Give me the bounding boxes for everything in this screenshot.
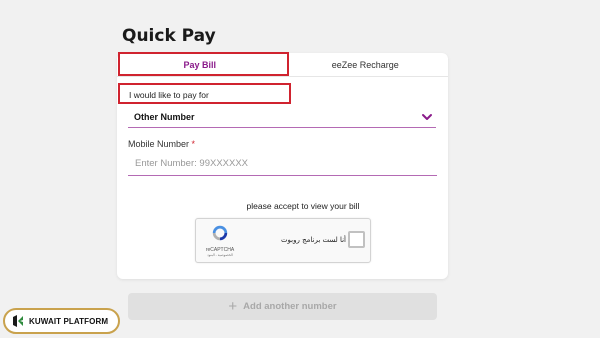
kuwait-platform-name: KUWAIT PLATFORM [29, 316, 109, 326]
recaptcha-widget: reCAPTCHA الخصوصية - البنود أنا لست برنا… [195, 218, 371, 263]
chevron-down-icon [422, 113, 432, 120]
mobile-number-label-text: Mobile Number [128, 139, 190, 149]
pay-for-select[interactable]: Other Number [128, 106, 436, 128]
recaptcha-label: أنا لست برنامج روبوت [280, 236, 346, 244]
recaptcha-terms[interactable]: الخصوصية - البنود [204, 253, 236, 257]
recaptcha-logo: reCAPTCHA الخصوصية - البنود [204, 224, 236, 260]
pay-for-highlight [118, 83, 291, 104]
recaptcha-checkbox[interactable] [348, 231, 365, 248]
kuwait-platform-logo-icon [13, 315, 23, 327]
kuwait-platform-badge: KUWAIT PLATFORM [3, 308, 120, 334]
mobile-number-input[interactable] [128, 152, 437, 176]
page-title: Quick Pay [122, 26, 216, 46]
plus-icon: + [228, 298, 238, 315]
accept-instruction: please accept to view your bill [246, 201, 360, 211]
add-another-number-label: Add another number [243, 301, 337, 312]
pay-for-selected-value: Other Number [134, 111, 195, 122]
pay-bill-highlight [118, 52, 289, 76]
required-asterisk: * [191, 139, 196, 149]
recaptcha-icon [212, 225, 228, 241]
tab-eezee-recharge[interactable]: eeZee Recharge [283, 53, 449, 76]
mobile-number-label: Mobile Number * [128, 139, 195, 149]
add-another-number-button[interactable]: + Add another number [128, 293, 437, 320]
